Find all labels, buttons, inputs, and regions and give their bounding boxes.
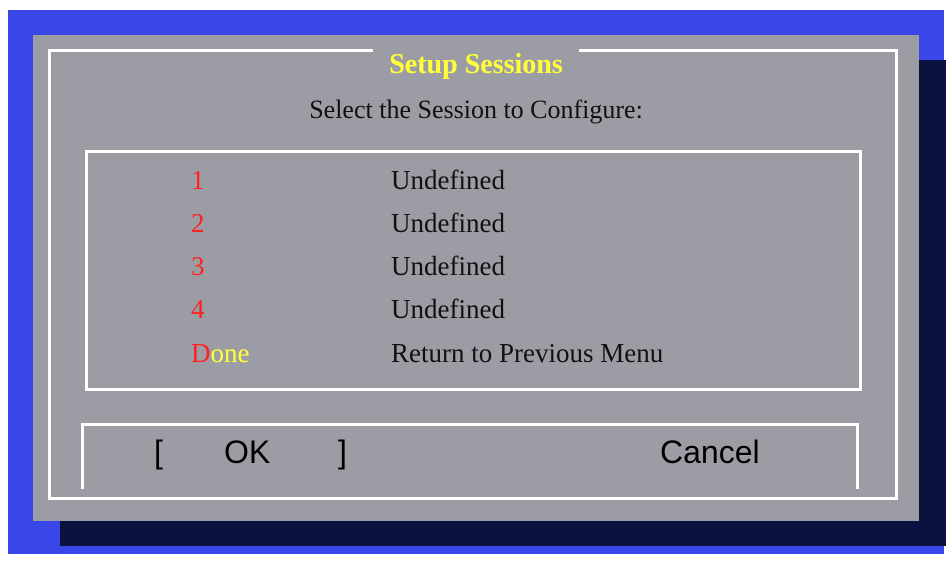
session-description: Undefined: [391, 165, 505, 195]
session-description: Undefined: [391, 208, 505, 238]
session-key: 1: [191, 165, 205, 195]
session-list: 1 Undefined 2 Undefined 3 Undefined 4 Un…: [85, 150, 862, 391]
ok-bracket-left: [: [154, 434, 163, 470]
ok-button[interactable]: OK: [224, 434, 270, 471]
cancel-button[interactable]: Cancel: [660, 434, 760, 471]
session-item-3[interactable]: 3 Undefined: [88, 251, 859, 293]
button-bar: [ OK ] Cancel: [81, 423, 859, 489]
session-description: Undefined: [391, 251, 505, 281]
done-item[interactable]: Done Return to Previous Menu: [88, 338, 859, 380]
session-item-1[interactable]: 1 Undefined: [88, 165, 859, 207]
session-key: 3: [191, 251, 205, 281]
dialog-title-wrap: Setup Sessions: [33, 43, 919, 87]
session-item-2[interactable]: 2 Undefined: [88, 208, 859, 250]
session-description: Undefined: [391, 294, 505, 324]
session-item-4[interactable]: 4 Undefined: [88, 294, 859, 336]
ok-bracket-right: ]: [338, 434, 347, 470]
dialog-title: Setup Sessions: [373, 43, 579, 87]
done-description: Return to Previous Menu: [391, 338, 664, 368]
dialog-prompt: Select the Session to Configure:: [309, 95, 643, 124]
session-key: 2: [191, 208, 205, 238]
done-key: Done: [191, 338, 250, 368]
setup-sessions-dialog: Setup Sessions Select the Session to Con…: [33, 35, 919, 521]
session-key: 4: [191, 294, 205, 324]
